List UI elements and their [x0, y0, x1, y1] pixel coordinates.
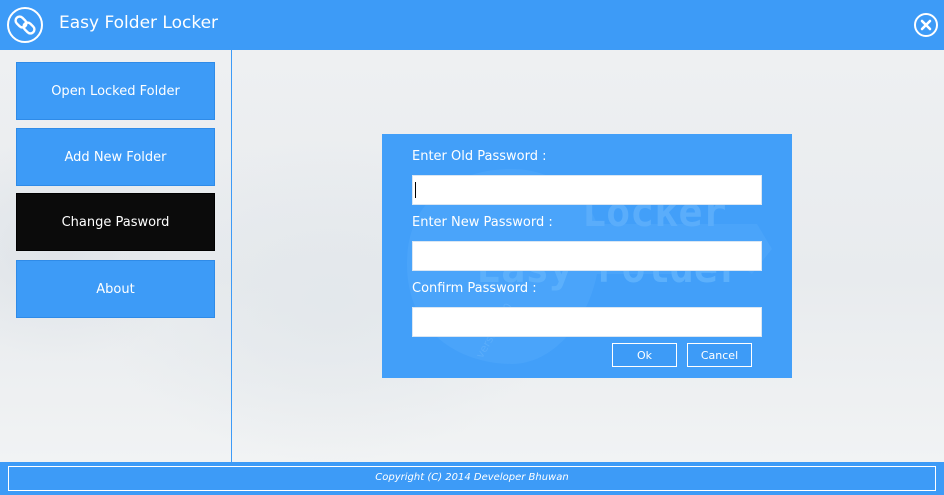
title-bar: Easy Folder Locker [0, 0, 944, 50]
sidebar-item-add-new-folder[interactable]: Add New Folder [16, 128, 215, 186]
copyright-text: Copyright (C) 2014 Developer Bhuwan [375, 472, 569, 483]
sidebar-item-open-locked-folder[interactable]: Open Locked Folder [16, 62, 215, 120]
new-password-label: Enter New Password : [412, 215, 553, 230]
close-button[interactable] [914, 13, 938, 37]
old-password-label: Enter Old Password : [412, 149, 547, 164]
sidebar-item-about[interactable]: About [16, 260, 215, 318]
footer: Copyright (C) 2014 Developer Bhuwan [0, 462, 944, 495]
new-password-input[interactable] [412, 241, 762, 271]
main-content: Open Locked Folder Add New Folder Change… [0, 50, 944, 462]
confirm-password-label: Confirm Password : [412, 281, 537, 296]
old-password-input[interactable] [412, 175, 762, 205]
sidebar-item-label: Open Locked Folder [51, 83, 180, 99]
sidebar-item-change-password[interactable]: Change Pasword [16, 193, 215, 251]
sidebar: Open Locked Folder Add New Folder Change… [0, 50, 232, 462]
ok-button[interactable]: Ok [612, 343, 677, 367]
confirm-password-input[interactable] [412, 307, 762, 337]
sidebar-item-label: About [96, 281, 135, 297]
close-icon [920, 19, 932, 31]
text-caret [415, 182, 416, 198]
chain-link-icon [7, 7, 43, 43]
app-title: Easy Folder Locker [59, 13, 219, 33]
cancel-button[interactable]: Cancel [687, 343, 752, 367]
footer-frame: Copyright (C) 2014 Developer Bhuwan [8, 466, 936, 491]
sidebar-item-label: Change Pasword [61, 214, 170, 230]
sidebar-item-label: Add New Folder [64, 149, 167, 165]
change-password-panel: Locker Easy Folder version 1.0 Enter Old… [382, 134, 792, 378]
